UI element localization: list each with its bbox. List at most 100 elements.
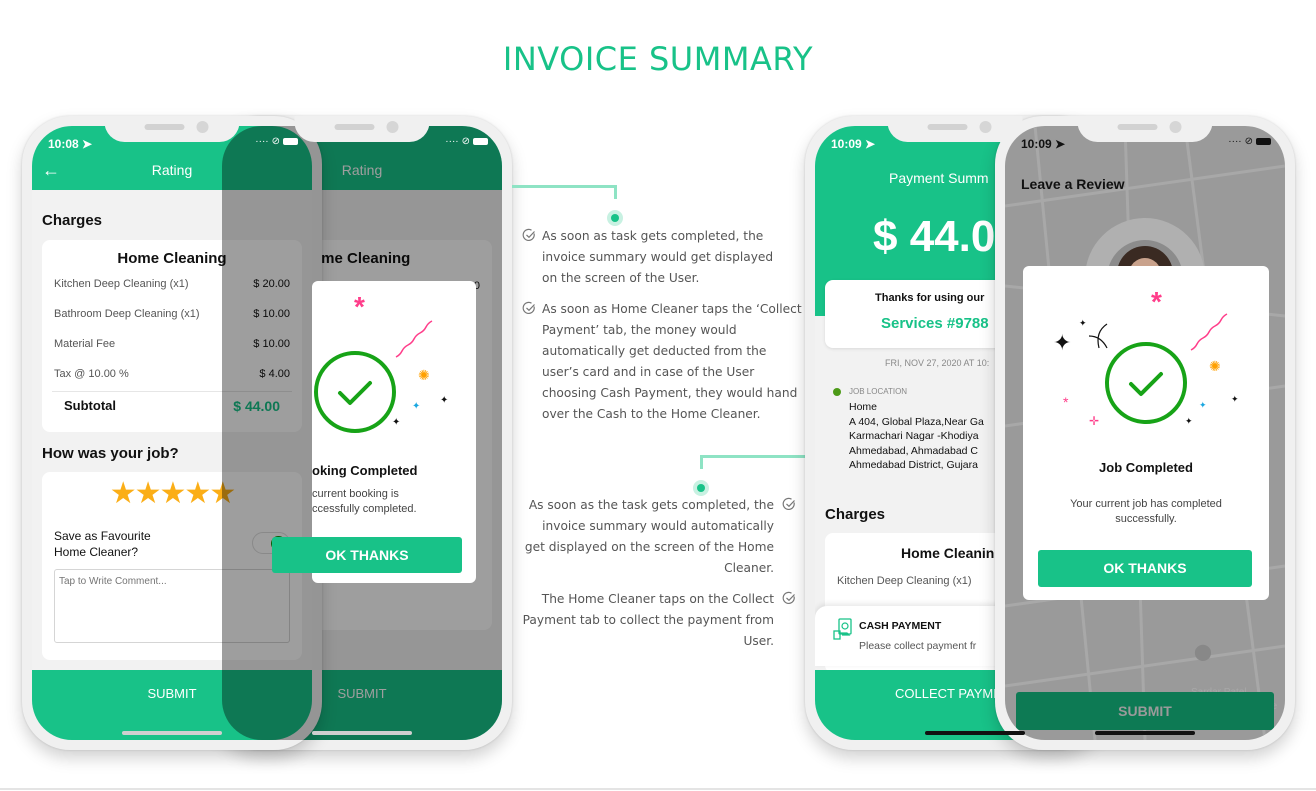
signal-icon: ····: [1228, 136, 1242, 147]
modal-text-line: current booking is: [312, 488, 399, 500]
amount-total: $ 44.0: [873, 212, 996, 261]
service-id: Services #9788: [881, 315, 989, 332]
booking-date: FRI, NOV 27, 2020 AT 10:: [885, 358, 990, 368]
location-arrow-icon: ➤: [865, 137, 876, 151]
submit-label: SUBMIT: [147, 686, 197, 701]
connector-line: [614, 185, 617, 199]
page-heading: Leave a Review: [1021, 176, 1125, 192]
bullet-text: As soon as Home Cleaner taps the ‘Collec…: [542, 302, 802, 421]
status-time: 10:09 ➤: [1021, 137, 1065, 151]
location-arrow-icon: ➤: [82, 137, 93, 151]
bullet-text: As soon as the task gets completed, the …: [524, 498, 774, 575]
job-completed-modal: * ✦ ✦ * ✺ ✦ ✦ ✦ ✛ Job Completed Your cur…: [1023, 266, 1269, 600]
favourite-label-line: Save as Favourite: [54, 529, 151, 543]
time-text: 10:09: [831, 137, 862, 151]
address-line: Ahmedabad District, Gujara: [849, 459, 978, 471]
location-dot-icon: [833, 388, 841, 396]
check-circle-icon: [782, 591, 795, 604]
link-icon: ⊘: [461, 136, 470, 147]
sparkle-icon: ✦: [1185, 416, 1193, 426]
home-indicator: [122, 731, 222, 735]
card-title: Home Cleanin: [901, 545, 995, 561]
line-item-label: Tax @ 10.00 %: [54, 368, 129, 380]
phone-notch: [887, 116, 1023, 142]
arc-decoration-icon: [1088, 323, 1108, 349]
phone-booking-completed: Rating ome Cleaning Cleaning (x1) $ 20.0…: [212, 116, 512, 750]
collect-payment-label: COLLECT PAYME: [895, 686, 1002, 701]
bullet-text: As soon as task gets completed, the invo…: [542, 229, 774, 285]
charges-heading: Charges: [825, 506, 886, 523]
connector-line: [700, 455, 703, 469]
status-time: 10:08 ➤: [48, 137, 92, 151]
phone-screen: Ghatlodia Sardar Patel Bhavan Girls Host…: [1005, 126, 1285, 740]
job-location-address: Home A 404, Global Plaza,Near Ga Karmach…: [849, 400, 984, 473]
cash-money-icon: [833, 618, 852, 640]
status-time: 10:09 ➤: [831, 137, 875, 151]
signal-icon: ····: [445, 136, 459, 147]
time-text: 10:09: [1021, 137, 1052, 151]
phone-notch: [1077, 116, 1213, 142]
modal-title: oking Completed: [312, 463, 418, 478]
bullet-text: The Home Cleaner taps on the Collect Pay…: [522, 592, 774, 648]
line-item-label: Kitchen Deep Cleaning (x1): [837, 575, 972, 587]
page-title: INVOICE SUMMARY: [502, 40, 814, 78]
check-circle-icon: [782, 497, 795, 510]
bullet-item: The Home Cleaner taps on the Collect Pay…: [520, 589, 796, 652]
connector-line: [700, 455, 805, 458]
address-line: Ahmedabad, Ahmadabad C: [849, 444, 979, 457]
link-icon: ⊘: [271, 136, 280, 147]
sparkle-icon: ✦: [1231, 394, 1239, 404]
line-item-label: Kitchen Deep Cleaning (x1): [54, 278, 189, 290]
favourite-label-line: Home Cleaner?: [54, 545, 139, 559]
sparkle-icon: ✦: [392, 417, 401, 428]
phone-leave-review: Ghatlodia Sardar Patel Bhavan Girls Host…: [995, 116, 1295, 750]
ok-thanks-button[interactable]: OK THANKS: [1038, 550, 1252, 587]
asterisk-decoration-icon: *: [1151, 286, 1162, 317]
check-circle-icon: [522, 301, 535, 314]
charges-heading: Charges: [42, 212, 103, 229]
address-line: Karmachari Nagar -Khodiyа: [849, 430, 979, 442]
phone-screen: Rating ome Cleaning Cleaning (x1) $ 20.0…: [222, 126, 502, 740]
time-text: 10:08: [48, 137, 79, 151]
sparkle-icon: ✦: [412, 401, 421, 412]
connector-dot: [607, 210, 623, 226]
ok-thanks-button[interactable]: OK THANKS: [272, 537, 462, 573]
asterisk-decoration-icon: *: [1063, 394, 1069, 410]
sparkle-icon: ✦: [1199, 400, 1207, 410]
sparkle-icon: ✦: [440, 395, 449, 406]
submit-button[interactable]: SUBMIT: [1016, 692, 1274, 730]
battery-icon: [473, 138, 488, 145]
bottom-divider: [0, 788, 1316, 790]
status-icons: ···· ⊘: [255, 136, 298, 147]
modal-text-line: ccessfully completed.: [312, 503, 417, 515]
submit-label: SUBMIT: [1118, 703, 1172, 719]
asterisk-decoration-icon: *: [354, 291, 365, 322]
sparkle-icon: ✦: [1079, 318, 1087, 328]
sparkle-icon: ✺: [1209, 358, 1221, 374]
subtotal-label: Subtotal: [64, 398, 116, 413]
connector-line: [512, 185, 617, 188]
link-icon: ⊘: [1244, 136, 1253, 147]
status-icons: ···· ⊘: [445, 136, 488, 147]
check-circle-icon: [522, 228, 535, 241]
home-indicator: [925, 731, 1025, 735]
thanks-text: Thanks for using our: [875, 292, 985, 304]
sparkle-icon: ✺: [418, 367, 430, 383]
modal-text: current booking is ccessfully completed.: [312, 487, 417, 517]
cash-payment-text: Please collect payment fr: [859, 640, 977, 652]
address-line: Home: [849, 401, 878, 413]
squiggle-decoration-icon: [1190, 313, 1228, 351]
modal-text-line: successfully.: [1115, 513, 1177, 525]
success-check-icon: [1105, 342, 1187, 424]
header-title: Payment Summ: [889, 170, 989, 186]
bullet-item: As soon as Home Cleaner taps the ‘Collec…: [522, 299, 802, 425]
connector-dot: [693, 480, 709, 496]
phone-notch: [294, 116, 430, 142]
home-indicator: [312, 731, 412, 735]
squiggle-decoration-icon: [395, 320, 433, 358]
address-line: A 404, Global Plaza,Near Ga: [849, 415, 984, 428]
cash-payment-title: CASH PAYMENT: [859, 620, 942, 632]
sparkle-icon: ✛: [1089, 414, 1100, 428]
favourite-label: Save as Favourite Home Cleaner?: [54, 528, 151, 560]
signal-icon: ····: [255, 136, 269, 147]
